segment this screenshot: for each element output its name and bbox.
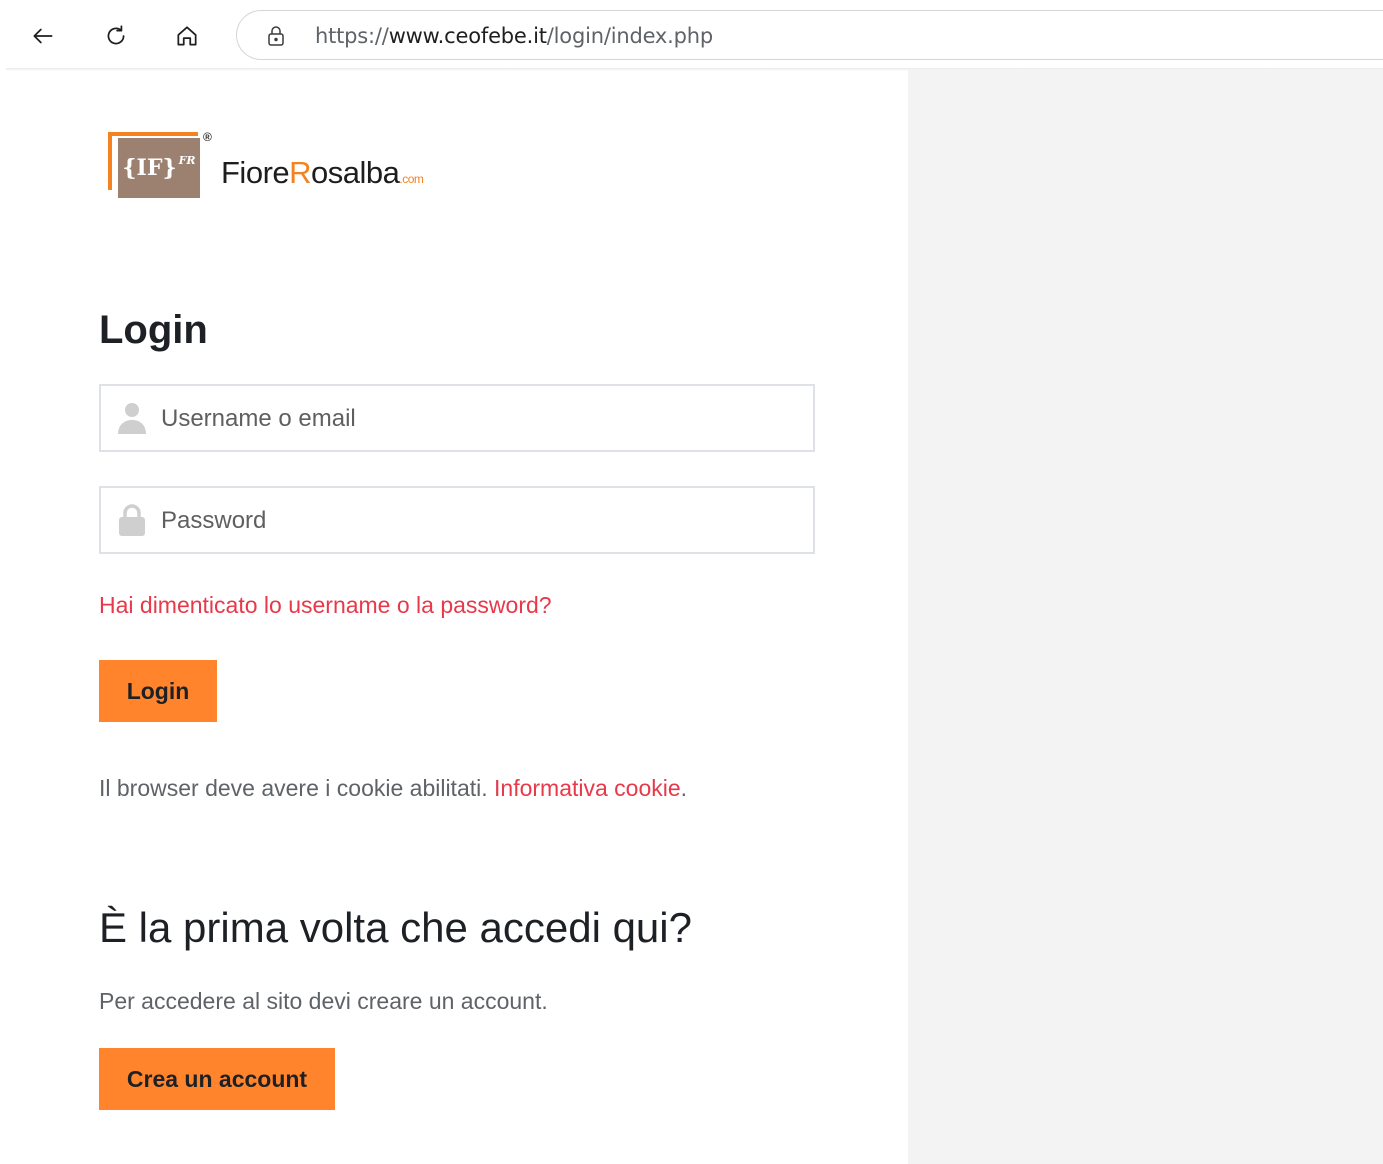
user-icon	[118, 403, 146, 434]
logo-frame-left	[108, 132, 112, 190]
url-host: www.ceofebe.it	[388, 24, 547, 48]
cookie-policy-link[interactable]: Informativa cookie	[494, 775, 681, 801]
password-input[interactable]	[159, 488, 803, 554]
login-button[interactable]: Login	[99, 660, 217, 722]
cookie-text: Il browser deve avere i cookie abilitati…	[99, 775, 488, 801]
url-text[interactable]: https://www.ceofebe.it/login/index.php	[315, 24, 713, 48]
side-panel	[908, 70, 1383, 1164]
logo-registered-mark: ®	[203, 130, 212, 144]
username-field[interactable]	[99, 384, 815, 452]
password-field[interactable]	[99, 486, 815, 554]
signup-description: Per accedere al sito devi creare un acco…	[99, 988, 548, 1014]
cookie-notice: Il browser deve avere i cookie abilitati…	[99, 775, 687, 802]
username-input[interactable]	[159, 386, 803, 452]
site-logo[interactable]: {IF} FR ® FioreRosalba.com	[104, 128, 474, 208]
create-account-button[interactable]: Crea un account	[99, 1048, 335, 1110]
login-title: Login	[99, 308, 208, 352]
lock-icon[interactable]	[264, 24, 288, 48]
logo-wordmark: FioreRosalba.com	[221, 155, 424, 190]
lock-icon	[119, 504, 145, 536]
logo-frame	[108, 132, 198, 136]
back-arrow-icon[interactable]	[25, 18, 61, 54]
signup-title: È la prima volta che accedi qui?	[99, 904, 692, 951]
forgot-password-link[interactable]: Hai dimenticato lo username o la passwor…	[99, 592, 552, 619]
url-path: /login/index.php	[546, 24, 714, 48]
refresh-icon[interactable]	[98, 18, 134, 54]
url-scheme: https://	[315, 24, 389, 48]
logo-mark: {IF} FR	[118, 138, 200, 198]
browser-toolbar: https://www.ceofebe.it/login/index.php	[0, 0, 1383, 70]
home-icon[interactable]	[169, 18, 205, 54]
cookie-period: .	[680, 775, 688, 801]
